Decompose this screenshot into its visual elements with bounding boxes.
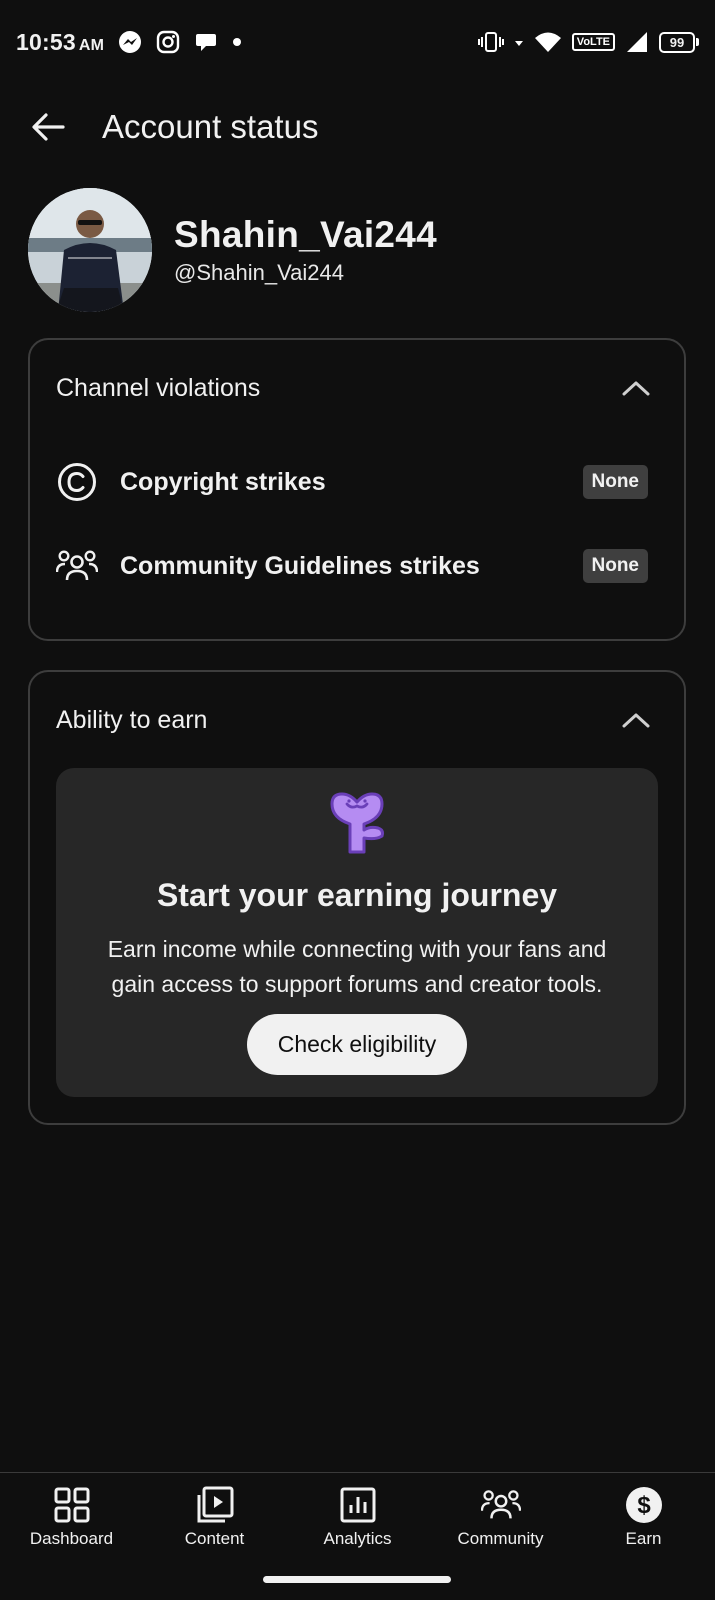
home-indicator[interactable] (263, 1576, 451, 1583)
status-bar: 10:53 AM VoLTE 99 (0, 0, 715, 84)
channel-violations-card: Channel violations Copyright strikes Non… (28, 338, 686, 641)
nav-label-dashboard: Dashboard (29, 1529, 114, 1548)
community-icon (56, 545, 98, 587)
nav-item-earn[interactable]: $ Earn (572, 1473, 715, 1565)
nav-label-earn: Earn (625, 1529, 662, 1548)
app-bar: Account status (0, 92, 715, 162)
channel-violations-header[interactable]: Channel violations (30, 340, 684, 436)
clock: 10:53 AM (16, 28, 105, 55)
community-guidelines-strikes-label: Community Guidelines strikes (120, 551, 480, 580)
nav-item-community[interactable]: Community (429, 1473, 572, 1565)
vibrate-icon (477, 31, 504, 53)
nav-label-community: Community (457, 1529, 544, 1548)
check-eligibility-button[interactable]: Check eligibility (246, 1014, 468, 1075)
earning-journey-heading: Start your earning journey (156, 877, 558, 913)
community-guidelines-strikes-row[interactable]: Community Guidelines strikes None (30, 524, 684, 608)
dashboard-icon (52, 1485, 92, 1525)
back-arrow-icon (32, 113, 65, 141)
community-icon (480, 1485, 521, 1525)
ability-to-earn-card: Ability to earn Start your earning journ… (28, 670, 686, 1125)
copyright-strikes-row[interactable]: Copyright strikes None (30, 440, 684, 524)
ability-to-earn-header[interactable]: Ability to earn (30, 672, 684, 768)
nav-item-dashboard[interactable]: Dashboard (0, 1473, 143, 1565)
ability-to-earn-title: Ability to earn (56, 705, 208, 734)
data-arrows-icon (514, 35, 524, 49)
wifi-icon (534, 31, 562, 53)
earn-icon: $ (624, 1485, 664, 1525)
svg-text:$: $ (637, 1492, 651, 1519)
nav-item-analytics[interactable]: Analytics (286, 1473, 429, 1565)
chat-bubble-icon (194, 30, 218, 54)
channel-handle: @Shahin_Vai244 (174, 260, 344, 285)
channel-profile: Shahin_Vai244 @Shahin_Vai244 (28, 188, 437, 312)
messenger-icon (118, 30, 142, 54)
earning-journey-description: Earn income while connecting with your f… (107, 936, 607, 997)
page-title: Account status (102, 108, 319, 145)
copyright-status-badge: None (582, 465, 648, 499)
nav-label-content: Content (184, 1529, 245, 1548)
copyright-icon (56, 461, 98, 503)
nav-label-analytics: Analytics (323, 1529, 392, 1548)
earning-plant-illustration-icon (84, 790, 630, 865)
earning-journey-panel: Start your earning journey Earn income w… (56, 768, 658, 1097)
content-icon (195, 1485, 235, 1525)
volte-badge: VoLTE (571, 33, 615, 51)
chevron-up-icon[interactable] (614, 698, 658, 742)
nav-item-content[interactable]: Content (143, 1473, 286, 1565)
chevron-up-icon[interactable] (614, 366, 658, 410)
battery-indicator: 99 (659, 31, 699, 53)
channel-violations-title: Channel violations (56, 373, 261, 402)
community-guidelines-status-badge: None (582, 549, 648, 583)
instagram-icon (156, 30, 180, 54)
analytics-icon (338, 1485, 378, 1525)
copyright-strikes-label: Copyright strikes (120, 467, 326, 496)
signal-icon (625, 31, 649, 53)
notification-dot-icon (232, 37, 242, 47)
bottom-navigation: Dashboard Content Analytics Community $ … (0, 1472, 715, 1565)
back-button[interactable] (20, 99, 76, 155)
battery-level: 99 (659, 31, 695, 53)
channel-name: Shahin_Vai244 (174, 214, 438, 255)
avatar (28, 188, 152, 312)
